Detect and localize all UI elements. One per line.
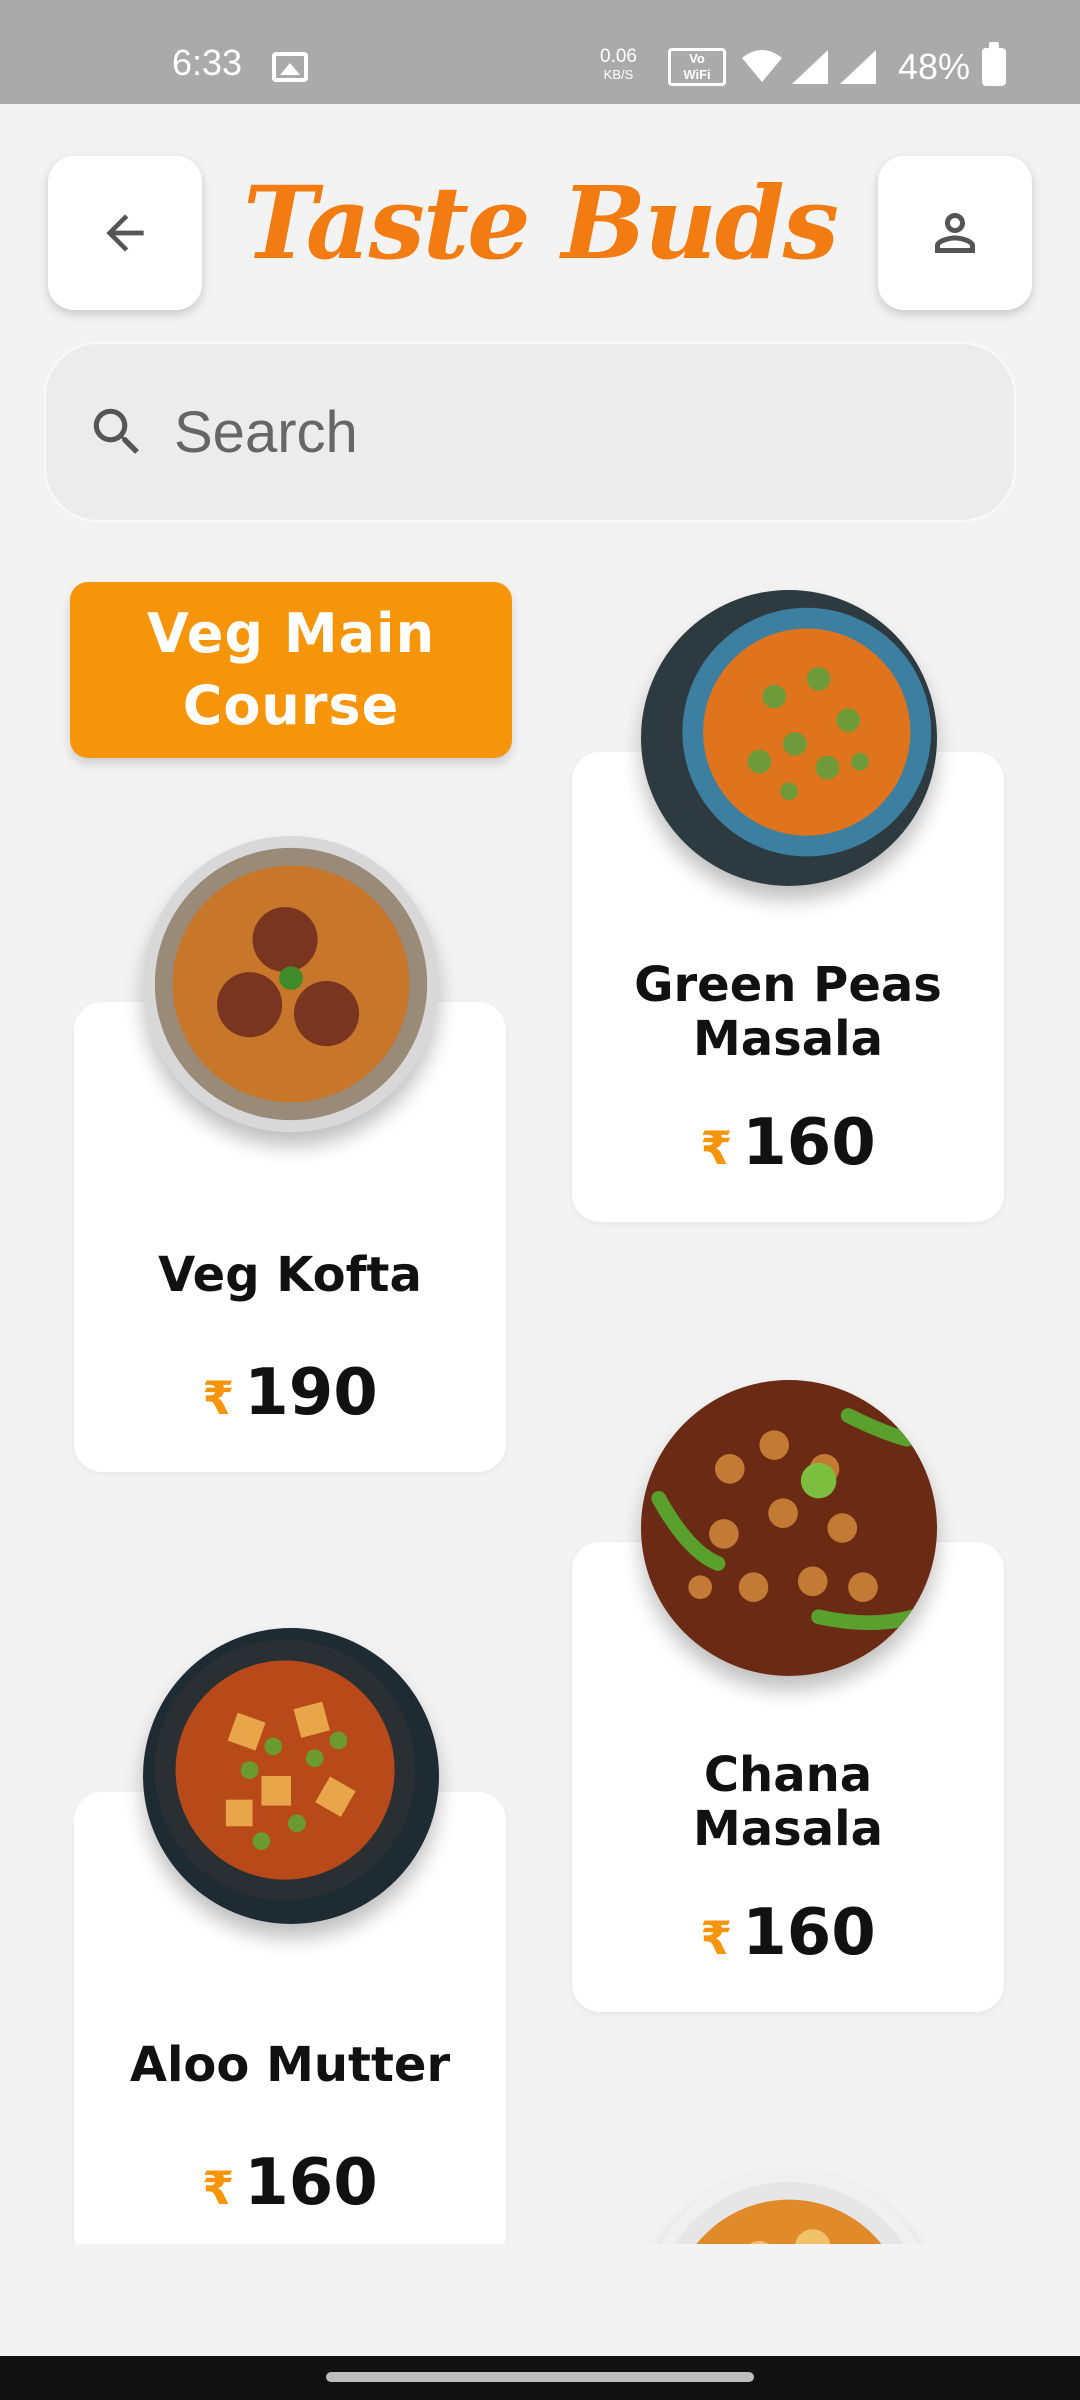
- rupee-symbol: ₹: [700, 1121, 733, 1175]
- status-bar: 6:33 0.06 KB/S Vo WiFi 48%: [0, 0, 1080, 104]
- image-notification-icon: [272, 52, 308, 82]
- dish-image-next-item: [641, 2170, 937, 2244]
- profile-button[interactable]: [878, 156, 1032, 310]
- rupee-symbol: ₹: [202, 1371, 235, 1425]
- battery-icon: [982, 42, 1006, 86]
- rupee-symbol: ₹: [202, 2161, 235, 2215]
- wifi-icon: [742, 50, 782, 82]
- search-icon: [82, 397, 152, 467]
- dish-image-green-peas-masala: [641, 590, 937, 886]
- signal-icon-1: [792, 50, 828, 84]
- network-speed: 0.06 KB/S: [600, 46, 637, 84]
- product-grid: Green Peas Masala ₹ 160 Veg Kofta ₹ 190: [0, 560, 1080, 2244]
- network-speed-value: 0.06: [600, 46, 637, 67]
- price-amount: 160: [244, 2146, 378, 2220]
- arrow-left-icon: [106, 214, 144, 252]
- dish-image-veg-kofta: [143, 836, 439, 1132]
- search-bar[interactable]: [44, 342, 1016, 522]
- product-price: ₹ 160: [572, 1896, 1004, 1970]
- product-name: Green Peas Masala: [634, 957, 942, 1067]
- price-amount: 160: [742, 1896, 876, 1970]
- person-icon: [935, 213, 975, 253]
- rupee-symbol: ₹: [700, 1911, 733, 1965]
- search-input[interactable]: [174, 398, 934, 466]
- home-gesture-handle[interactable]: [326, 2372, 754, 2382]
- volte-wifi-icon: Vo WiFi: [668, 48, 726, 86]
- back-button[interactable]: [48, 156, 202, 310]
- product-price: ₹ 160: [74, 2146, 506, 2220]
- network-speed-unit: KB/S: [603, 67, 634, 82]
- price-amount: 160: [742, 1106, 876, 1180]
- battery-percent: 48%: [898, 46, 971, 87]
- product-name: Aloo Mutter: [129, 2037, 451, 2093]
- price-amount: 190: [244, 1356, 378, 1430]
- product-name: Chana Masala: [693, 1747, 883, 1857]
- dish-image-chana-masala: [641, 1380, 937, 1676]
- product-name: Veg Kofta: [158, 1247, 422, 1303]
- product-price: ₹ 190: [74, 1356, 506, 1430]
- status-time: 6:33: [172, 42, 243, 83]
- signal-icon-2: [840, 50, 876, 84]
- product-price: ₹ 160: [572, 1106, 1004, 1180]
- app-title: Taste Buds: [242, 164, 839, 282]
- dish-image-aloo-mutter: [143, 1628, 439, 1924]
- system-nav-bar: [0, 2356, 1080, 2400]
